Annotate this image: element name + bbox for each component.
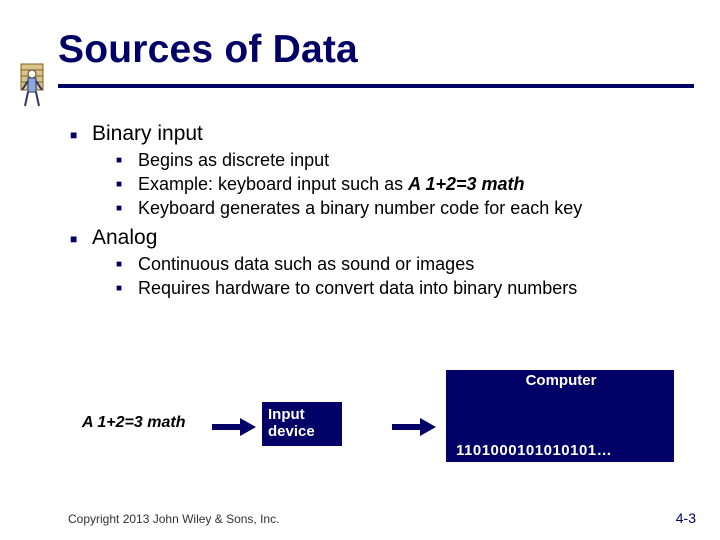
input-device-line1: Input (268, 406, 305, 423)
diagram-source-text: A 1+2=3 math (82, 414, 185, 432)
arrow-icon (212, 418, 256, 436)
bullet-label: Binary input (92, 122, 203, 145)
sub-bullet-text: Begins as discrete input (138, 150, 329, 170)
sub-bullet: Begins as discrete input (116, 150, 690, 172)
bullet-binary-input: Binary input Begins as discrete input Ex… (68, 122, 690, 220)
page-number: 4-3 (676, 510, 696, 526)
sub-bullet: Continuous data such as sound or images (116, 254, 690, 276)
sub-bullet: Example: keyboard input such as A 1+2=3 … (116, 174, 690, 196)
sub-bullet-text: Keyboard generates a binary number code … (138, 198, 582, 218)
emphasized-example: A 1+2=3 math (408, 174, 524, 194)
slide: Sources of Data Binary input Begins as d… (0, 0, 720, 540)
title-underline (58, 84, 694, 88)
input-device-line2: device (268, 423, 315, 440)
copyright-text: Copyright 2013 John Wiley & Sons, Inc. (68, 512, 279, 526)
sub-bullet: Keyboard generates a binary number code … (116, 198, 690, 220)
sub-bullet: Requires hardware to convert data into b… (116, 278, 690, 300)
binary-stream-text: 1101000101010101… (456, 442, 612, 459)
bullet-label: Analog (92, 226, 157, 249)
title-block: Sources of Data (58, 28, 690, 88)
page-title: Sources of Data (58, 28, 690, 72)
bullet-analog: Analog Continuous data such as sound or … (68, 226, 690, 300)
arrow-icon (392, 418, 436, 436)
input-device-box: Input device (262, 402, 342, 446)
computer-label: Computer (456, 372, 666, 389)
sub-bullet-text: Example: keyboard input such as (138, 174, 408, 194)
decorative-figure-icon (15, 60, 49, 110)
sub-bullet-text: Requires hardware to convert data into b… (138, 278, 577, 298)
data-flow-diagram: A 1+2=3 math Input device Computer 11010… (82, 380, 682, 480)
sub-bullet-text: Continuous data such as sound or images (138, 254, 474, 274)
content-body: Binary input Begins as discrete input Ex… (68, 122, 690, 306)
